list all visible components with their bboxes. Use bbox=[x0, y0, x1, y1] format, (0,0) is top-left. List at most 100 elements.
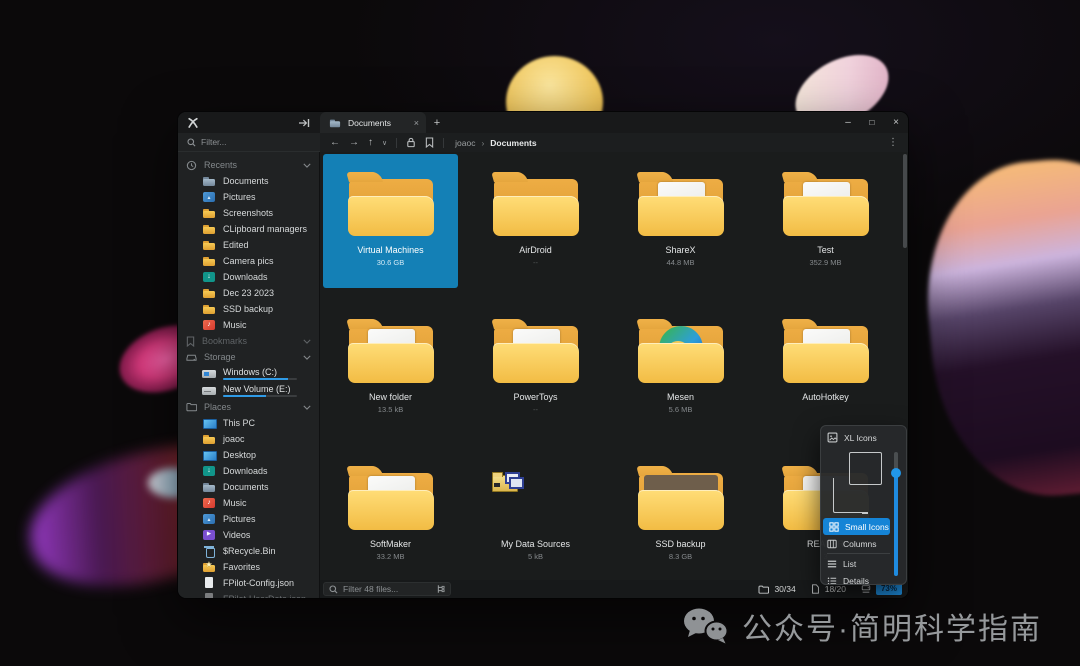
sidebar-item-this-pc[interactable]: This PC bbox=[178, 415, 319, 431]
sidebar-item-documents-place[interactable]: Documents bbox=[178, 479, 319, 495]
folder-icon bbox=[345, 465, 437, 531]
sidebar-item-recycle-bin[interactable]: $Recycle.Bin bbox=[178, 543, 319, 559]
grid-item-my-data-sources[interactable]: My Data Sources5 kB bbox=[468, 448, 603, 580]
sidebar-item-pictures-place[interactable]: Pictures bbox=[178, 511, 319, 527]
sidebar-item-dec-23-2023[interactable]: Dec 23 2023 bbox=[178, 285, 319, 301]
file-filter-input[interactable]: Filter 48 files... bbox=[323, 582, 451, 596]
view-option-details[interactable]: Details bbox=[821, 572, 890, 585]
new-tab-button[interactable]: + bbox=[426, 117, 448, 129]
grid-item-powertoys[interactable]: PowerToys-- bbox=[468, 301, 603, 435]
sidebar-item-joaoc[interactable]: joaoc bbox=[178, 431, 319, 447]
slider-thumb[interactable] bbox=[891, 468, 901, 478]
sidebar-section-recents[interactable]: Recents bbox=[178, 157, 319, 173]
folder-icon bbox=[780, 318, 872, 384]
grid-item-mesen[interactable]: Mesen5.6 MB bbox=[613, 301, 748, 435]
view-option-columns[interactable]: Columns bbox=[821, 535, 890, 552]
tab-close-icon[interactable]: × bbox=[414, 118, 419, 128]
sidebar-section-bookmarks[interactable]: Bookmarks bbox=[178, 333, 319, 349]
drive-usage-bar bbox=[223, 378, 297, 381]
wechat-icon bbox=[682, 606, 730, 646]
disk-icon bbox=[861, 584, 871, 594]
computer-icon bbox=[202, 417, 216, 429]
sidebar-item-desktop[interactable]: Desktop bbox=[178, 447, 319, 463]
preview-square-small bbox=[833, 484, 862, 513]
view-mode-popup: XL Icons Small Icons Columns List Det bbox=[820, 425, 907, 585]
sidebar-item-music[interactable]: Music bbox=[178, 317, 319, 333]
sidebar-section-places[interactable]: Places bbox=[178, 399, 319, 415]
sidebar-item-fpilot-userdata[interactable]: FPilot-UserData.json bbox=[178, 591, 319, 598]
breadcrumb: joaoc › Documents bbox=[455, 138, 536, 148]
bookmark-icon bbox=[186, 336, 195, 347]
forward-button[interactable]: → bbox=[349, 137, 359, 148]
back-button[interactable]: ← bbox=[330, 137, 340, 148]
drive-icon bbox=[202, 385, 216, 397]
grid-item-virtual-machines[interactable]: Virtual Machines30.6 GB bbox=[323, 154, 458, 288]
legacy-folder-icon bbox=[492, 470, 524, 496]
tab-documents[interactable]: Documents × bbox=[320, 112, 426, 133]
view-option-small-icons[interactable]: Small Icons bbox=[823, 518, 890, 535]
grid-item-ssd-backup[interactable]: SSD backup8.3 GB bbox=[613, 448, 748, 580]
toolbar-divider bbox=[396, 138, 397, 148]
sidebar-item-downloads[interactable]: Downloads bbox=[178, 269, 319, 285]
sidebar-section-storage[interactable]: Storage bbox=[178, 349, 319, 365]
folder-icon bbox=[202, 223, 216, 235]
title-bar: Documents × + – □ × bbox=[178, 112, 908, 133]
folders-count: 30/34 bbox=[774, 584, 795, 594]
search-icon bbox=[329, 585, 338, 594]
drive-icon bbox=[186, 352, 197, 363]
folder-icon bbox=[345, 171, 437, 237]
bookmark-icon[interactable] bbox=[425, 137, 434, 148]
sidebar-item-favorites[interactable]: ★Favorites bbox=[178, 559, 319, 575]
folder-icon bbox=[202, 303, 216, 315]
folder-icon bbox=[202, 239, 216, 251]
folder-icon bbox=[780, 171, 872, 237]
files-count: 18/20 bbox=[825, 584, 846, 594]
sidebar-item-downloads-place[interactable]: Downloads bbox=[178, 463, 319, 479]
window-controls: – □ × bbox=[836, 112, 908, 133]
grid-item-new-folder[interactable]: New folder13.5 kB bbox=[323, 301, 458, 435]
grid-item-autohotkey[interactable]: AutoHotkey bbox=[758, 301, 893, 435]
collapse-sidebar-icon[interactable] bbox=[298, 118, 310, 128]
sidebar-item-pictures[interactable]: Pictures bbox=[178, 189, 319, 205]
sidebar-item-camera-pics[interactable]: Camera pics bbox=[178, 253, 319, 269]
maximize-button[interactable]: □ bbox=[860, 112, 884, 133]
grid-item-test[interactable]: Test352.9 MB bbox=[758, 154, 893, 288]
lock-icon[interactable] bbox=[406, 137, 416, 148]
sidebar-item-documents[interactable]: Documents bbox=[178, 173, 319, 189]
minimize-button[interactable]: – bbox=[836, 112, 860, 133]
view-option-xl-icons[interactable]: XL Icons bbox=[821, 429, 890, 446]
sidebar-item-clipboard-managers[interactable]: CLipboard managers bbox=[178, 221, 319, 237]
folder-icon bbox=[202, 433, 216, 445]
icon-size-slider[interactable] bbox=[891, 452, 901, 576]
clock-icon bbox=[186, 160, 197, 171]
chevron-down-icon bbox=[303, 355, 311, 360]
history-dropdown-icon[interactable]: ∨ bbox=[382, 139, 387, 147]
filter-options-icon[interactable] bbox=[435, 584, 445, 594]
sidebar-filter-input[interactable]: Filter... bbox=[178, 133, 320, 152]
chevron-down-icon bbox=[303, 339, 311, 344]
tab-title: Documents bbox=[348, 118, 391, 128]
breadcrumb-parent[interactable]: joaoc bbox=[455, 138, 475, 148]
up-button[interactable]: ↑ bbox=[368, 137, 373, 148]
folder-outline-icon bbox=[186, 402, 197, 412]
sidebar-item-new-volume-e[interactable]: New Volume (E:) bbox=[178, 382, 319, 399]
view-option-list[interactable]: List bbox=[821, 555, 890, 572]
grid-item-softmaker[interactable]: SoftMaker33.2 MB bbox=[323, 448, 458, 580]
grid-item-airdroid[interactable]: AirDroid-- bbox=[468, 154, 603, 288]
breadcrumb-current[interactable]: Documents bbox=[490, 138, 536, 148]
close-button[interactable]: × bbox=[884, 112, 908, 133]
sidebar-item-ssd-backup[interactable]: SSD backup bbox=[178, 301, 319, 317]
sidebar-item-windows-c[interactable]: Windows (C:) bbox=[178, 365, 319, 382]
sidebar-item-videos[interactable]: Videos bbox=[178, 527, 319, 543]
status-bar: Filter 48 files... 30/34 18/20 73% bbox=[320, 580, 908, 598]
xl-icons-icon bbox=[827, 432, 838, 443]
chevron-down-icon bbox=[303, 163, 311, 168]
folder-icon bbox=[345, 318, 437, 384]
sidebar-item-edited[interactable]: Edited bbox=[178, 237, 319, 253]
sidebar-item-music-place[interactable]: Music bbox=[178, 495, 319, 511]
scrollbar-thumb[interactable] bbox=[903, 154, 907, 248]
more-menu-icon[interactable]: ⋮ bbox=[888, 137, 898, 148]
sidebar-item-fpilot-config[interactable]: FPilot-Config.json bbox=[178, 575, 319, 591]
grid-item-sharex[interactable]: ShareX44.8 MB bbox=[613, 154, 748, 288]
sidebar-item-screenshots[interactable]: Screenshots bbox=[178, 205, 319, 221]
